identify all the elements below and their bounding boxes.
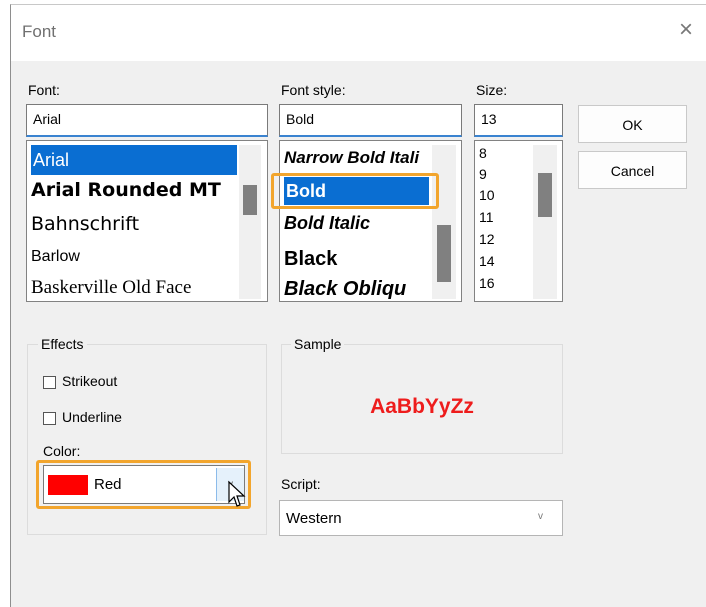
mouse-cursor-icon [228, 480, 246, 507]
font-item-baskerville[interactable]: Baskerville Old Face [31, 277, 191, 299]
font-list-scrollbar[interactable] [239, 145, 261, 299]
font-item-arial-rounded[interactable]: Arial Rounded MT [31, 179, 221, 201]
size-item[interactable]: 11 [479, 209, 494, 225]
sample-text: AaBbYyZz [370, 395, 474, 418]
underline-checkbox[interactable] [43, 412, 56, 425]
effects-label: Effects [38, 336, 87, 352]
style-item-bold-italic[interactable]: Bold Italic [284, 213, 370, 234]
size-item[interactable]: 8 [479, 145, 487, 161]
script-label: Script: [281, 476, 321, 492]
strikeout-label[interactable]: Strikeout [62, 373, 117, 389]
underline-label[interactable]: Underline [62, 409, 122, 425]
size-label: Size: [476, 82, 508, 98]
bold-highlight-box [271, 173, 439, 209]
font-list[interactable]: Arial Arial Rounded MT Bahnschrift Barlo… [26, 140, 268, 302]
size-item[interactable]: 14 [479, 253, 495, 269]
cancel-button[interactable]: Cancel [578, 151, 687, 189]
font-list-scroll-thumb[interactable] [243, 185, 257, 215]
strikeout-checkbox[interactable] [43, 376, 56, 389]
font-style-label: Font style: [281, 82, 346, 98]
size-list-scroll-thumb[interactable] [538, 173, 552, 217]
color-label: Color: [43, 443, 81, 459]
font-name-input[interactable]: Arial [26, 104, 268, 137]
font-style-list[interactable]: Narrow Bold Itali Bold Bold Italic Black… [279, 140, 462, 302]
style-list-scrollbar[interactable] [432, 145, 456, 299]
title-bar [11, 5, 706, 61]
font-item-arial[interactable]: Arial [31, 145, 237, 175]
style-list-scroll-thumb[interactable] [437, 225, 451, 282]
script-value: Western [286, 510, 342, 527]
dialog-title: Font [22, 22, 57, 41]
size-item[interactable]: 9 [479, 166, 487, 182]
size-item[interactable]: 12 [479, 231, 495, 247]
size-item[interactable]: 16 [479, 275, 495, 291]
sample-label: Sample [291, 336, 345, 352]
style-item-black[interactable]: Black [284, 248, 337, 271]
style-item-black-oblique[interactable]: Black Obliqu [284, 278, 406, 301]
color-highlight-box [36, 460, 251, 509]
size-list[interactable]: 8 9 10 11 12 14 16 [474, 140, 563, 302]
size-list-scrollbar[interactable] [533, 145, 557, 299]
chevron-down-icon: v [538, 511, 543, 522]
style-item-narrow-bold-italic[interactable]: Narrow Bold Itali [284, 148, 419, 168]
font-style-input[interactable]: Bold [279, 104, 462, 137]
size-input[interactable]: 13 [474, 104, 563, 137]
font-item-barlow[interactable]: Barlow [31, 248, 80, 266]
close-icon[interactable]: × [674, 18, 698, 42]
size-item[interactable]: 10 [479, 187, 495, 203]
font-label: Font: [28, 82, 60, 98]
script-select[interactable]: Western v [279, 500, 563, 536]
font-item-bahnschrift[interactable]: Bahnschrift [31, 213, 139, 235]
ok-button[interactable]: OK [578, 105, 687, 143]
